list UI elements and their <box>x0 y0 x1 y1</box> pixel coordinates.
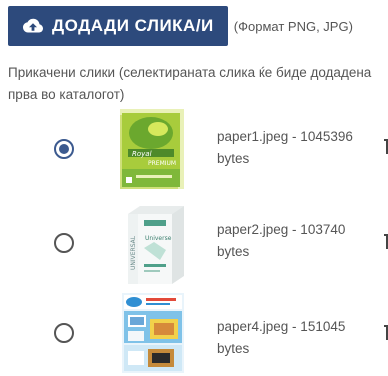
list-item: paper4.jpeg - 151045 bytes <box>0 286 388 376</box>
image-filename: paper2.jpeg - 103740 bytes <box>217 222 346 259</box>
trash-icon[interactable] <box>383 231 388 251</box>
trash-icon[interactable] <box>383 322 388 342</box>
paper-pack-white-icon: UNIVERSAL Universe <box>118 200 190 284</box>
svg-text:Royal: Royal <box>132 150 152 158</box>
select-image-radio[interactable] <box>54 233 74 253</box>
photo-paper-pack-icon <box>118 289 190 373</box>
svg-text:PREMIUM: PREMIUM <box>148 160 176 167</box>
cloud-upload-icon <box>22 17 44 35</box>
trash-icon[interactable] <box>383 136 388 156</box>
select-image-radio[interactable] <box>54 139 74 159</box>
upload-row: ДОДАДИ СЛИКА/И (Формат PNG, JPG) <box>8 6 353 46</box>
svg-text:UNIVERSAL: UNIVERSAL <box>130 235 137 270</box>
select-image-radio[interactable] <box>54 323 74 343</box>
add-images-button-label: ДОДАДИ СЛИКА/И <box>52 16 214 35</box>
list-item: UNIVERSAL Universe paper2.jpeg - 103740 … <box>0 195 388 285</box>
image-filename: paper1.jpeg - 1045396 bytes <box>217 129 353 166</box>
image-upload-panel: ДОДАДИ СЛИКА/И (Формат PNG, JPG) Прикаче… <box>0 0 388 376</box>
format-note: (Формат PNG, JPG) <box>233 18 353 34</box>
svg-text:Universe: Universe <box>145 235 172 242</box>
add-images-button[interactable]: ДОДАДИ СЛИКА/И <box>8 6 228 46</box>
image-filename: paper4.jpeg - 151045 bytes <box>217 319 346 356</box>
paper-pack-green-icon: Royal PREMIUM <box>118 105 190 189</box>
list-item: Royal PREMIUM paper1.jpeg - 1045396 byte… <box>0 100 388 190</box>
